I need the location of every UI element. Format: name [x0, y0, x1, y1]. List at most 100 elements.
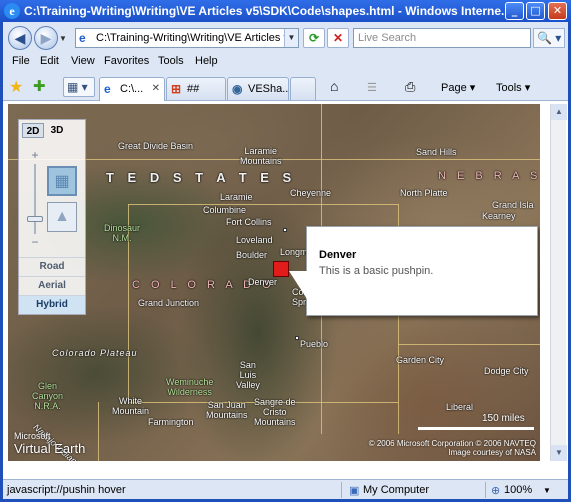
pushpin[interactable]: [273, 261, 289, 277]
hybrid-mode-button[interactable]: Hybrid: [19, 295, 85, 314]
ve-page-icon: ◉: [232, 82, 243, 96]
map-label-nebraska: N E B R A S: [438, 170, 540, 182]
ie-page-icon: e: [104, 82, 111, 96]
scroll-down-icon[interactable]: ▼: [551, 445, 567, 461]
address-dropdown-icon[interactable]: ▼: [284, 29, 298, 47]
scale-bar: [418, 425, 534, 430]
menu-tools[interactable]: Tools: [158, 55, 184, 67]
tools-menu[interactable]: Tools ▾: [496, 81, 530, 94]
menu-file[interactable]: File: [12, 55, 30, 67]
map-label-boulder: Boulder: [236, 250, 268, 260]
vertical-scrollbar[interactable]: ▲ ▼: [550, 104, 567, 461]
pushpin-popup: Denver This is a basic pushpin.: [289, 226, 538, 316]
tab-row: ★ ✚ ▦ ▾ e C:\... ✕ ⊞ ## ◉ VESha... ⌂ ☰ ⎙…: [3, 73, 568, 101]
map-label-cheyenne: Cheyenne: [290, 188, 332, 198]
add-favorite-icon[interactable]: ✚: [33, 77, 46, 95]
map-style-thumbnail-icon[interactable]: ▦: [47, 166, 77, 196]
security-zone: My Computer: [363, 484, 430, 496]
menu-view[interactable]: View: [71, 55, 95, 67]
minimize-button[interactable]: _: [505, 2, 524, 20]
scale-label: 150 miles: [482, 413, 525, 424]
map-label-longmont: Longm: [280, 247, 308, 257]
map-label-glen-canyon: Glen Canyon N.R.A.: [32, 381, 64, 411]
zoom-in-button[interactable]: +: [28, 148, 42, 162]
view-2d-tab[interactable]: 2D: [22, 123, 44, 138]
map-label-denver: Denver: [248, 277, 278, 287]
page-icon: e: [79, 31, 86, 45]
popup-title: Denver: [319, 249, 357, 261]
tab-hash[interactable]: ⊞ ##: [166, 77, 226, 100]
close-tab-icon[interactable]: ✕: [152, 83, 160, 94]
close-button[interactable]: ✕: [548, 2, 567, 20]
back-button[interactable]: ◀: [8, 26, 32, 50]
zoom-slider-handle[interactable]: [27, 216, 43, 222]
map-label-great-divide: Great Divide Basin: [118, 141, 194, 151]
logo-virtual-earth: Virtual Earth: [14, 441, 86, 456]
new-tab-button[interactable]: [290, 77, 316, 100]
recent-pages-dropdown-icon[interactable]: ▼: [59, 34, 67, 43]
address-bar[interactable]: e C:\Training-Writing\Writing\VE Article…: [75, 28, 299, 48]
title-bar: e C:\Training-Writing\Writing\VE Article…: [0, 0, 571, 22]
tab-shapes[interactable]: e C:\... ✕: [99, 77, 165, 101]
favorites-star-icon[interactable]: ★: [9, 77, 23, 97]
map-label-laramie: Laramie: [220, 192, 253, 202]
map-label-dinosaur: Dinosaur N.M.: [104, 223, 141, 243]
home-icon[interactable]: ⌂: [330, 78, 338, 94]
tab-label: C:\...: [120, 83, 144, 95]
tab-label: VESha...: [248, 83, 289, 95]
ie-icon: e: [4, 3, 20, 19]
zoom-icon[interactable]: ⊕: [491, 484, 500, 497]
zoom-level[interactable]: 100%: [504, 484, 532, 496]
feeds-icon[interactable]: ☰: [367, 81, 377, 94]
tab-veshapes[interactable]: ◉ VESha...: [227, 77, 289, 100]
refresh-button[interactable]: ⟳: [303, 28, 325, 48]
map-label-loveland: Loveland: [236, 235, 273, 245]
map-label-kearney: Kearney: [482, 211, 516, 221]
search-icon: 🔍: [537, 31, 552, 45]
map-label-dodge-city: Dodge City: [484, 366, 529, 376]
virtual-earth-logo: Microsoft Virtual Earth: [14, 431, 85, 456]
map-label-san-luis-valley: San Luis Valley: [236, 360, 260, 390]
menu-bar: File Edit View Favorites Tools Help: [3, 51, 568, 71]
page-content: T E D S T A T E S C O L O R A D O N E B …: [3, 101, 568, 479]
search-input[interactable]: Live Search: [353, 28, 531, 48]
stop-button[interactable]: ✕: [327, 28, 349, 48]
map-label-laramie-mountains: Laramie Mountains: [240, 146, 282, 166]
scroll-up-icon[interactable]: ▲: [551, 104, 567, 120]
menu-favorites[interactable]: Favorites: [104, 55, 149, 67]
forward-button[interactable]: ▶: [34, 26, 58, 50]
map-copyright: © 2006 Microsoft Corporation © 2006 NAVT…: [358, 439, 536, 457]
view-3d-tab[interactable]: 3D: [46, 123, 68, 138]
map-label-grand-island: Grand Isla: [492, 200, 534, 210]
print-icon[interactable]: ⎙: [405, 79, 415, 95]
map-dashboard: 2D 3D + − ▦ ▲ Road Aerial Hybrid: [18, 119, 86, 315]
road-mode-button[interactable]: Road: [19, 257, 85, 276]
map-label-united-states: T E D S T A T E S: [106, 170, 297, 185]
maximize-button[interactable]: □: [526, 2, 545, 20]
map-label-fort-collins: Fort Collins: [226, 217, 272, 227]
menu-help[interactable]: Help: [195, 55, 218, 67]
status-text: javascript://pushin hover: [7, 484, 126, 496]
state-border: [398, 344, 540, 345]
map-label-columbine: Columbine: [203, 205, 247, 215]
zoom-slider-track[interactable]: [34, 164, 36, 234]
search-button[interactable]: 🔍 ▾: [533, 28, 565, 48]
bird-eye-thumbnail-icon[interactable]: ▲: [47, 202, 77, 232]
map-label-colorado-plateau: Colorado Plateau: [52, 348, 138, 358]
map-label-garden-city: Garden City: [396, 355, 445, 365]
computer-zone-icon: ▣: [349, 485, 360, 497]
zoom-dropdown-icon[interactable]: ▼: [543, 486, 551, 495]
menu-edit[interactable]: Edit: [40, 55, 59, 67]
quick-tabs-button[interactable]: ▦ ▾: [63, 77, 95, 97]
zoom-out-button[interactable]: −: [28, 235, 42, 249]
page-menu[interactable]: Page ▾: [441, 81, 475, 94]
aerial-mode-button[interactable]: Aerial: [19, 276, 85, 295]
status-divider: [341, 482, 342, 498]
status-bar: javascript://pushin hover ▣ My Computer …: [3, 479, 568, 499]
window-title: C:\Training-Writing\Writing\VE Articles …: [24, 4, 512, 18]
windows-flag-icon: ⊞: [171, 82, 182, 96]
address-url[interactable]: C:\Training-Writing\Writing\VE Articles …: [96, 32, 284, 44]
map-view[interactable]: T E D S T A T E S C O L O R A D O N E B …: [8, 104, 540, 461]
city-marker: [295, 336, 299, 340]
city-marker: [283, 228, 287, 232]
